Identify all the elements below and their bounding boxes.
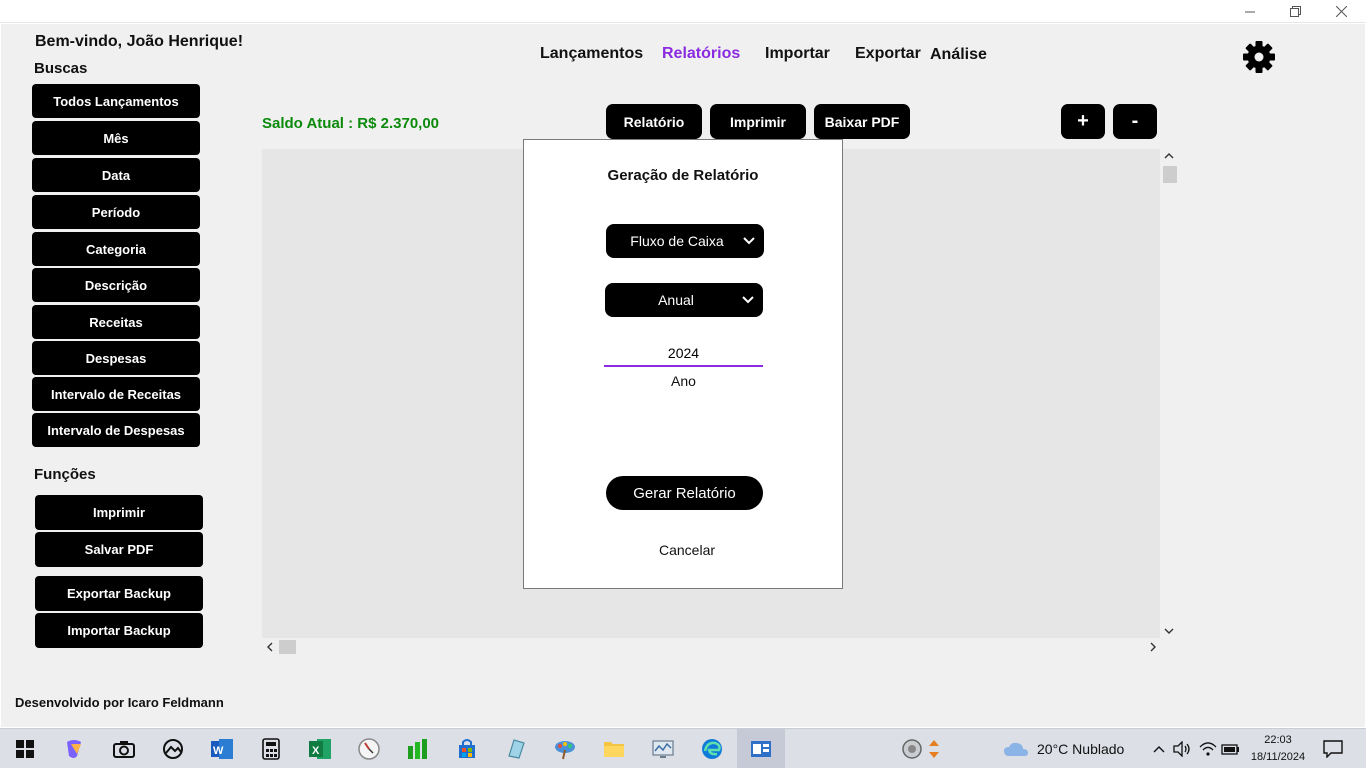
notes-app-icon[interactable] <box>503 736 529 762</box>
search-month-button[interactable]: Mês <box>32 121 200 155</box>
export-backup-button[interactable]: Exportar Backup <box>35 576 203 611</box>
save-pdf-button[interactable]: Salvar PDF <box>35 532 203 567</box>
year-input[interactable] <box>604 341 763 367</box>
zoom-in-button[interactable]: + <box>1061 104 1105 139</box>
report-button[interactable]: Relatório <box>606 104 702 139</box>
report-type-value: Fluxo de Caixa <box>630 233 724 249</box>
updown-tray-icon[interactable] <box>921 736 947 762</box>
svg-text:X: X <box>312 745 320 757</box>
nav-exportar[interactable]: Exportar <box>855 45 921 63</box>
finance-app-icon[interactable] <box>405 736 431 762</box>
scroll-left-icon[interactable] <box>266 642 274 655</box>
close-icon[interactable] <box>1318 0 1364 23</box>
period-value: Anual <box>658 292 694 308</box>
nav-analise[interactable]: Análise <box>930 46 987 64</box>
search-income-range-button[interactable]: Intervalo de Receitas <box>32 377 200 411</box>
title-bar <box>0 0 1366 23</box>
scroll-up-icon[interactable] <box>1164 151 1174 163</box>
download-pdf-button[interactable]: Baixar PDF <box>814 104 910 139</box>
horizontal-scroll-thumb[interactable] <box>279 640 296 654</box>
year-label: Ano <box>671 373 696 389</box>
word-icon[interactable]: W <box>209 736 235 762</box>
import-backup-button[interactable]: Importar Backup <box>35 613 203 648</box>
vertical-scrollbar[interactable] <box>1160 149 1178 638</box>
nav-relatorios[interactable]: Relatórios <box>662 45 740 63</box>
report-dialog: Geração de Relatório Fluxo de Caixa Anua… <box>523 139 843 589</box>
clock-time: 22:03 <box>1264 734 1292 746</box>
photos-icon[interactable] <box>160 736 186 762</box>
paint-app-icon[interactable] <box>552 736 578 762</box>
restore-icon[interactable] <box>1272 0 1318 23</box>
clock-date: 18/11/2024 <box>1250 751 1306 763</box>
store-icon[interactable] <box>454 736 480 762</box>
vertical-scroll-thumb[interactable] <box>1163 166 1177 183</box>
copilot-icon[interactable] <box>61 736 87 762</box>
calculator-icon[interactable] <box>258 736 284 762</box>
print-button[interactable]: Imprimir <box>710 104 806 139</box>
print-function-button[interactable]: Imprimir <box>35 495 203 530</box>
period-select[interactable]: Anual <box>605 283 763 317</box>
search-description-button[interactable]: Descrição <box>32 268 200 302</box>
taskbar: W X 20°C Nublado 22:03 18/11/2024 <box>0 728 1366 768</box>
minimize-icon[interactable] <box>1227 0 1273 23</box>
search-section-title: Buscas <box>34 60 88 77</box>
gear-icon[interactable] <box>1242 40 1276 74</box>
search-all-button[interactable]: Todos Lançamentos <box>32 84 200 118</box>
nav-importar[interactable]: Importar <box>765 45 830 63</box>
zoom-out-button[interactable]: - <box>1113 104 1157 139</box>
svg-text:W: W <box>213 745 224 757</box>
dialog-title: Geração de Relatório <box>607 167 759 184</box>
clock-app-icon[interactable] <box>356 736 382 762</box>
horizontal-scrollbar[interactable] <box>262 638 1160 656</box>
excel-icon[interactable]: X <box>307 736 333 762</box>
volume-icon[interactable] <box>1169 736 1195 762</box>
scroll-down-icon[interactable] <box>1164 626 1174 638</box>
notification-icon[interactable] <box>1320 736 1346 762</box>
generate-report-button[interactable]: Gerar Relatório <box>606 476 763 510</box>
report-type-select[interactable]: Fluxo de Caixa <box>606 224 764 258</box>
functions-section-title: Funções <box>34 466 96 483</box>
windows-start-icon[interactable] <box>12 736 38 762</box>
chevron-down-icon <box>733 296 763 304</box>
balance-label: Saldo Atual : R$ 2.370,00 <box>262 115 440 132</box>
search-category-button[interactable]: Categoria <box>32 232 200 266</box>
search-expenses-button[interactable]: Despesas <box>32 341 200 375</box>
scroll-right-icon[interactable] <box>1149 642 1157 655</box>
developer-credit: Desenvolvido por Icaro Feldmann <box>15 695 224 710</box>
camera-icon[interactable] <box>111 736 137 762</box>
edge-icon[interactable] <box>699 736 725 762</box>
welcome-text: Bem-vindo, João Henrique! <box>35 33 244 50</box>
cloud-weather-icon[interactable] <box>1003 736 1029 762</box>
folder-icon[interactable] <box>601 736 627 762</box>
weather-text[interactable]: 20°C Nublado <box>1037 741 1124 757</box>
search-date-button[interactable]: Data <box>32 158 200 192</box>
battery-icon[interactable] <box>1218 736 1244 762</box>
nav-lancamentos[interactable]: Lançamentos <box>540 45 643 63</box>
system-clock[interactable]: 22:03 18/11/2024 <box>1248 732 1308 766</box>
search-income-button[interactable]: Receitas <box>32 305 200 339</box>
chevron-down-icon <box>734 237 764 245</box>
monitor-app-icon[interactable] <box>650 736 676 762</box>
search-period-button[interactable]: Período <box>32 195 200 229</box>
java-app-icon[interactable] <box>748 736 774 762</box>
cancel-button[interactable]: Cancelar <box>608 542 766 558</box>
search-expense-range-button[interactable]: Intervalo de Despesas <box>32 413 200 447</box>
